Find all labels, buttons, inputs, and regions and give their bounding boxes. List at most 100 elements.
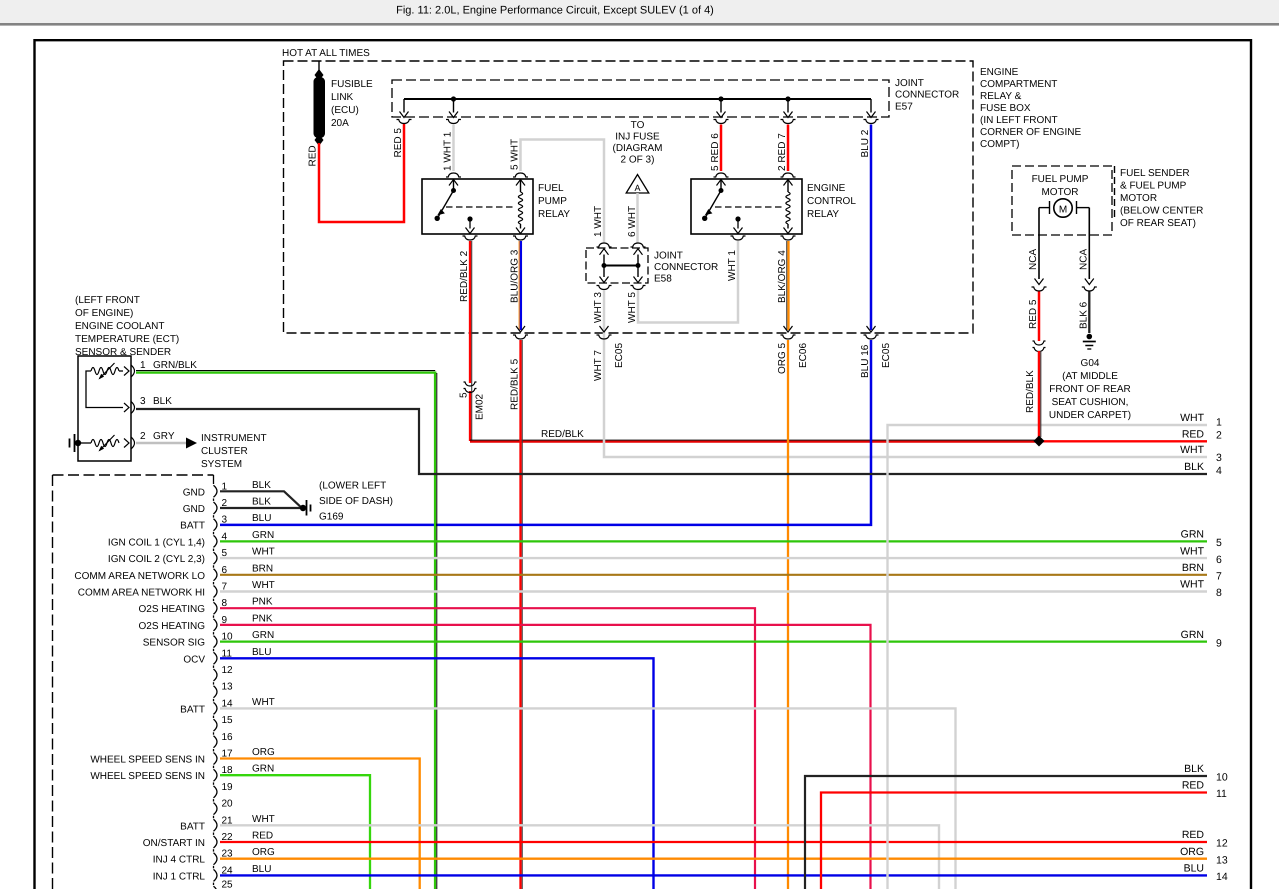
svg-text:BRN: BRN xyxy=(252,563,273,574)
svg-text:EC05: EC05 xyxy=(881,343,892,368)
svg-text:12: 12 xyxy=(1216,838,1228,850)
svg-text:SENSOR SIG: SENSOR SIG xyxy=(143,638,205,649)
svg-text:RED: RED xyxy=(1182,780,1205,792)
svg-text:BATT: BATT xyxy=(180,821,205,832)
svg-text:BLU: BLU xyxy=(1184,863,1204,875)
svg-text:COMPARTMENT: COMPARTMENT xyxy=(980,79,1057,90)
svg-text:BLK: BLK xyxy=(252,480,271,491)
svg-text:RELAY: RELAY xyxy=(538,209,570,220)
svg-text:8: 8 xyxy=(1216,587,1222,599)
svg-text:BATT: BATT xyxy=(180,704,205,715)
svg-text:FUSE BOX: FUSE BOX xyxy=(980,103,1031,114)
svg-text:FRONT OF REAR: FRONT OF REAR xyxy=(1049,384,1130,395)
svg-text:BLU: BLU xyxy=(252,647,271,658)
svg-text:(AT MIDDLE: (AT MIDDLE xyxy=(1062,371,1118,382)
svg-text:12: 12 xyxy=(222,665,234,676)
svg-text:INSTRUMENT: INSTRUMENT xyxy=(201,433,267,444)
svg-text:5 RED 6: 5 RED 6 xyxy=(710,133,721,171)
svg-text:Fig. 11: 2.0L, Engine Performa: Fig. 11: 2.0L, Engine Performance Circui… xyxy=(396,5,714,17)
svg-text:SYSTEM: SYSTEM xyxy=(201,459,242,470)
svg-text:BLK: BLK xyxy=(252,497,271,508)
svg-text:OF REAR SEAT): OF REAR SEAT) xyxy=(1120,218,1196,229)
svg-text:EC05: EC05 xyxy=(614,343,625,368)
svg-text:RED/BLK: RED/BLK xyxy=(541,429,584,440)
svg-text:SIDE OF DASH): SIDE OF DASH) xyxy=(319,496,393,507)
svg-text:5: 5 xyxy=(459,392,470,398)
svg-text:E57: E57 xyxy=(895,101,913,112)
svg-text:RED 5: RED 5 xyxy=(1028,299,1039,329)
svg-text:3: 3 xyxy=(1216,452,1222,464)
svg-text:OCV: OCV xyxy=(183,654,205,665)
svg-text:GRN: GRN xyxy=(252,764,274,775)
svg-text:ENGINE: ENGINE xyxy=(807,183,846,194)
svg-text:ORG: ORG xyxy=(1180,846,1204,858)
svg-text:RED: RED xyxy=(252,831,273,842)
svg-text:(IN LEFT FRONT: (IN LEFT FRONT xyxy=(980,115,1058,126)
svg-text:BLK: BLK xyxy=(1184,763,1204,775)
svg-text:WHEEL SPEED SENS IN: WHEEL SPEED SENS IN xyxy=(90,755,205,766)
svg-text:5 WHT: 5 WHT xyxy=(510,139,521,170)
svg-text:MOTOR: MOTOR xyxy=(1041,187,1078,198)
svg-text:PNK: PNK xyxy=(252,613,273,624)
svg-text:1 WHT 1: 1 WHT 1 xyxy=(443,131,454,171)
svg-text:BLU 2: BLU 2 xyxy=(860,129,871,157)
svg-text:LINK: LINK xyxy=(331,92,354,103)
svg-text:ORG: ORG xyxy=(252,847,275,858)
svg-text:2: 2 xyxy=(1216,430,1222,442)
svg-text:E58: E58 xyxy=(654,274,672,285)
svg-text:2 OF 3): 2 OF 3) xyxy=(621,155,655,166)
svg-text:RED/BLK 5: RED/BLK 5 xyxy=(510,358,521,410)
svg-text:INJ FUSE: INJ FUSE xyxy=(615,132,660,143)
svg-text:14: 14 xyxy=(1216,871,1228,883)
svg-text:WHT: WHT xyxy=(252,697,275,708)
svg-text:O2S HEATING: O2S HEATING xyxy=(139,604,206,615)
svg-text:CONNECTOR: CONNECTOR xyxy=(895,90,959,101)
svg-text:GRN/BLK: GRN/BLK xyxy=(153,360,197,371)
svg-text:11: 11 xyxy=(1216,788,1227,800)
svg-text:WHT 1: WHT 1 xyxy=(727,250,738,281)
svg-text:9: 9 xyxy=(1216,637,1222,649)
svg-text:CORNER OF ENGINE: CORNER OF ENGINE xyxy=(980,127,1081,138)
svg-text:RED: RED xyxy=(1182,829,1205,841)
svg-text:WHT: WHT xyxy=(252,547,275,558)
svg-text:COMM AREA NETWORK LO: COMM AREA NETWORK LO xyxy=(74,571,205,582)
svg-text:TEMPERATURE (ECT): TEMPERATURE (ECT) xyxy=(75,334,179,345)
svg-text:BLK 6: BLK 6 xyxy=(1079,301,1090,329)
svg-text:WHT: WHT xyxy=(1180,412,1204,424)
svg-text:WHT 5: WHT 5 xyxy=(627,292,638,323)
svg-text:EM02: EM02 xyxy=(475,393,486,420)
svg-text:FUEL PUMP: FUEL PUMP xyxy=(1032,174,1089,185)
svg-text:3: 3 xyxy=(222,515,228,526)
svg-text:GRN: GRN xyxy=(252,530,274,541)
svg-text:BLK: BLK xyxy=(1184,461,1204,473)
svg-text:20A: 20A xyxy=(331,118,349,129)
svg-text:25: 25 xyxy=(222,880,234,889)
svg-text:WHT 3: WHT 3 xyxy=(593,292,604,323)
svg-text:ENGINE: ENGINE xyxy=(980,67,1019,78)
svg-text:COMM AREA NETWORK HI: COMM AREA NETWORK HI xyxy=(78,588,205,599)
svg-text:RED 5: RED 5 xyxy=(393,128,404,158)
svg-text:(DIAGRAM: (DIAGRAM xyxy=(613,143,663,154)
svg-text:WHT: WHT xyxy=(1180,444,1204,456)
svg-text:FUSIBLE: FUSIBLE xyxy=(331,79,373,90)
svg-text:1 WHT: 1 WHT xyxy=(593,206,604,237)
svg-text:CLUSTER: CLUSTER xyxy=(201,446,248,457)
svg-text:& FUEL PUMP: & FUEL PUMP xyxy=(1120,181,1187,192)
svg-text:M: M xyxy=(1059,205,1067,216)
svg-text:RED: RED xyxy=(308,145,319,166)
svg-text:3: 3 xyxy=(140,396,146,407)
svg-text:20: 20 xyxy=(222,799,234,810)
svg-text:GRN: GRN xyxy=(1181,529,1204,541)
svg-text:SEAT CUSHION,: SEAT CUSHION, xyxy=(1052,397,1129,408)
svg-text:(LOWER LEFT: (LOWER LEFT xyxy=(319,481,386,492)
svg-text:EC06: EC06 xyxy=(798,343,809,368)
svg-text:WHT: WHT xyxy=(1180,579,1204,591)
svg-text:(BELOW CENTER: (BELOW CENTER xyxy=(1120,206,1203,217)
svg-text:O2S HEATING: O2S HEATING xyxy=(139,621,206,632)
svg-text:RELAY &: RELAY & xyxy=(980,91,1022,102)
svg-text:COMPT): COMPT) xyxy=(980,139,1019,150)
svg-text:ORG 5: ORG 5 xyxy=(777,342,788,374)
svg-text:ENGINE COOLANT: ENGINE COOLANT xyxy=(75,321,164,332)
svg-text:RED/BLK: RED/BLK xyxy=(1025,370,1036,413)
svg-text:TO: TO xyxy=(631,120,645,131)
